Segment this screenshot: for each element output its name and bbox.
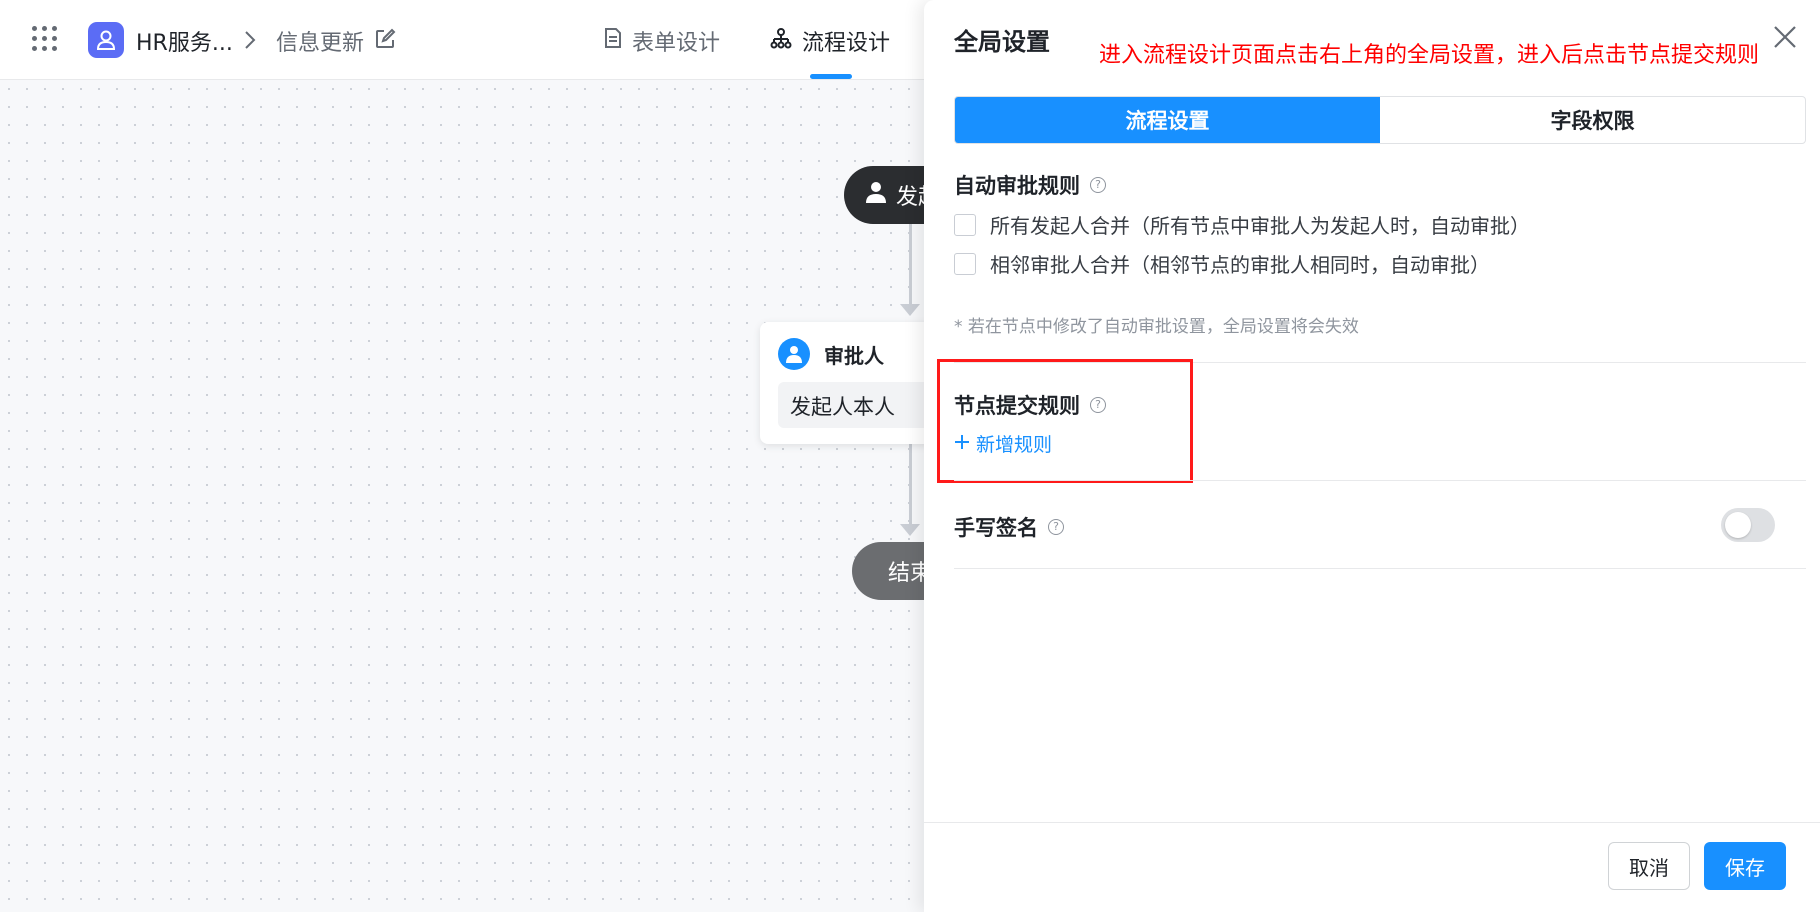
tab-flow-design[interactable]: 流程设计 — [770, 25, 890, 57]
active-tab-indicator — [810, 74, 852, 79]
handwritten-signature-section-title: 手写签名 ? — [954, 512, 1064, 542]
approver-avatar-icon — [778, 338, 810, 370]
cancel-button[interactable]: 取消 — [1608, 842, 1690, 890]
app-name[interactable]: HR服务... — [136, 25, 233, 57]
checkbox[interactable] — [954, 252, 976, 275]
document-icon — [604, 27, 622, 55]
edit-icon[interactable] — [374, 28, 396, 50]
flow-canvas[interactable] — [0, 80, 924, 912]
tab-form-design-label: 表单设计 — [632, 31, 721, 56]
approver-node-title: 审批人 — [824, 344, 884, 368]
checkbox[interactable] — [954, 213, 976, 236]
handwritten-signature-toggle[interactable] — [1721, 508, 1775, 542]
handwritten-signature-title: 手写签名 — [954, 516, 1038, 540]
auto-approval-note: * 若在节点中修改了自动审批设置，全局设置将会失效 — [954, 317, 1359, 337]
segment-field-permissions[interactable]: 字段权限 — [1380, 97, 1805, 143]
divider — [954, 480, 1806, 481]
app-person-icon — [88, 22, 124, 58]
flow-icon — [770, 27, 792, 55]
tutorial-annotation: 进入流程设计页面点击右上角的全局设置，进入后点击节点提交规则 — [1099, 43, 1760, 68]
auto-approval-option-label: 相邻审批人合并（相邻节点的审批人相同时，自动审批） — [990, 253, 1490, 277]
tab-flow-design-label: 流程设计 — [802, 31, 891, 56]
connector-arrow — [900, 524, 920, 536]
person-icon — [864, 180, 888, 210]
form-name: 信息更新 — [276, 31, 365, 56]
global-settings-drawer: 全局设置 进入流程设计页面点击右上角的全局设置，进入后点击节点提交规则 流程设置… — [924, 0, 1820, 912]
divider — [954, 568, 1806, 569]
highlight-box — [937, 359, 1193, 483]
connector-line — [909, 224, 912, 306]
auto-approval-section-title: 自动审批规则 ? — [954, 170, 1106, 200]
auto-approval-option-initiator[interactable]: 所有发起人合并（所有节点中审批人为发起人时，自动审批） — [954, 210, 1530, 239]
auto-approval-option-label: 所有发起人合并（所有节点中审批人为发起人时，自动审批） — [990, 214, 1530, 238]
connector-line — [909, 444, 912, 526]
auto-approval-title: 自动审批规则 — [954, 174, 1080, 198]
settings-segmented-control: 流程设置 字段权限 — [954, 96, 1806, 144]
segment-flow-settings[interactable]: 流程设置 — [955, 97, 1380, 143]
help-icon[interactable]: ? — [1048, 519, 1064, 535]
save-button[interactable]: 保存 — [1704, 842, 1786, 890]
toggle-knob — [1725, 512, 1751, 538]
auto-approval-option-adjacent[interactable]: 相邻审批人合并（相邻节点的审批人相同时，自动审批） — [954, 249, 1490, 278]
chevron-right-icon — [242, 28, 258, 52]
drawer-title: 全局设置 — [954, 28, 1050, 56]
apps-grid-icon[interactable] — [32, 26, 58, 52]
tab-form-design[interactable]: 表单设计 — [604, 25, 720, 57]
footer-divider — [924, 822, 1820, 823]
help-icon[interactable]: ? — [1090, 177, 1106, 193]
connector-arrow — [900, 304, 920, 316]
